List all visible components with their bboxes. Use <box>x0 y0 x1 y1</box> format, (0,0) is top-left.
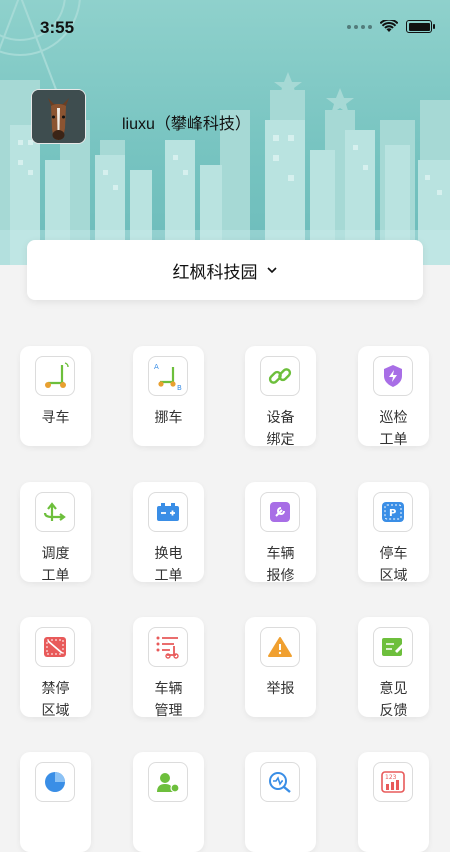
menu-item-label: 巡检 工单 <box>379 409 408 447</box>
menu-item-statistics-pie[interactable] <box>20 752 91 852</box>
menu-item-label: 停车 区域 <box>379 545 408 583</box>
menu-item-find-vehicle[interactable]: 寻车 <box>20 346 91 446</box>
battery-icon <box>148 492 188 532</box>
vehicle-list-icon <box>148 627 188 667</box>
menu-item-label: 设备 绑定 <box>266 409 295 447</box>
menu-item-label: 换电 工单 <box>154 545 183 583</box>
svg-text:B: B <box>177 384 182 391</box>
scooter-move-icon: AB <box>148 356 188 396</box>
menu-item-battery-swap-order[interactable]: 换电 工单 <box>133 482 204 583</box>
user-name: liuxu（攀峰科技） <box>122 116 251 133</box>
menu-item-user-settings[interactable] <box>133 752 204 852</box>
menu-item-label: 车辆 报修 <box>266 545 295 583</box>
scooter-locate-icon <box>35 356 75 396</box>
menu-item-parking-area[interactable]: P 停车 区域 <box>358 482 429 583</box>
repair-wrench-icon <box>260 492 300 532</box>
menu-item-no-parking-area[interactable]: 禁停 区域 <box>20 617 91 718</box>
menu-item-report[interactable]: 举报 <box>245 617 316 717</box>
statistics-123-icon: 123 <box>373 762 413 802</box>
menu-item-feedback[interactable]: 意见 反馈 <box>358 617 429 718</box>
menu-item-label: 车辆 管理 <box>154 680 183 718</box>
status-bar: 3:55 <box>0 0 450 56</box>
feedback-edit-icon <box>373 627 413 667</box>
menu-item-dispatch-order[interactable]: 调度 工单 <box>20 482 91 583</box>
shield-lightning-icon <box>373 356 413 396</box>
status-time: 3:55 <box>40 18 75 37</box>
parking-icon: P <box>373 492 413 532</box>
chevron-down-icon <box>266 267 277 274</box>
header-banner: 3:55 liuxu（攀峰科技） <box>0 0 450 265</box>
menu-item-label: 意见 反馈 <box>379 680 408 718</box>
menu-item-number-statistics[interactable]: 123 <box>358 752 429 852</box>
menu-item-label: 举报 <box>266 680 295 696</box>
svg-text:123: 123 <box>385 774 397 781</box>
svg-text:P: P <box>389 508 396 519</box>
battery-icon <box>406 20 435 33</box>
wifi-icon <box>380 20 398 32</box>
site-selector-button[interactable]: 红枫科技园 <box>27 240 423 300</box>
menu-item-device-binding[interactable]: 设备 绑定 <box>245 346 316 447</box>
menu-item-monitor-search[interactable] <box>245 752 316 852</box>
menu-item-vehicle-repair[interactable]: 车辆 报修 <box>245 482 316 583</box>
menu-item-move-vehicle[interactable]: AB 挪车 <box>133 346 204 446</box>
menu-item-label: 禁停 区域 <box>41 680 70 718</box>
pie-chart-icon <box>35 762 75 802</box>
avatar[interactable] <box>31 89 86 144</box>
menu-item-inspection-order[interactable]: 巡检 工单 <box>358 346 429 447</box>
site-name: 红枫科技园 <box>172 262 258 282</box>
menu-item-label: 寻车 <box>41 409 70 425</box>
user-settings-icon <box>148 762 188 802</box>
dispatch-arrows-icon <box>35 492 75 532</box>
svg-text:A: A <box>154 363 159 371</box>
menu-item-label: 调度 工单 <box>41 545 70 583</box>
menu-item-vehicle-management[interactable]: 车辆 管理 <box>133 617 204 718</box>
menu-item-label: 挪车 <box>154 409 183 425</box>
cellular-signal-icon <box>347 24 372 29</box>
search-monitor-icon <box>260 762 300 802</box>
horse-avatar-icon <box>32 90 85 143</box>
no-parking-icon <box>35 627 75 667</box>
warning-icon <box>260 627 300 667</box>
link-icon <box>260 356 300 396</box>
